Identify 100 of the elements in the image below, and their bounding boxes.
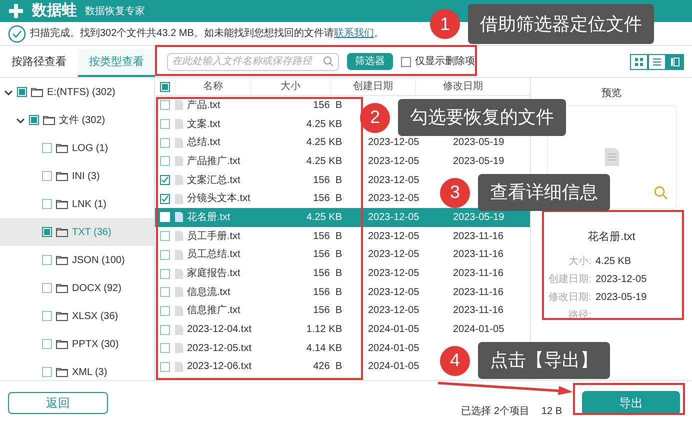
file-icon xyxy=(175,119,183,130)
file-name-cell-text: 信息流.txt xyxy=(187,286,230,300)
contact-link[interactable]: 联系我们 xyxy=(334,28,374,39)
checkbox[interactable] xyxy=(160,138,170,148)
file-icon xyxy=(175,156,183,166)
checkbox[interactable] xyxy=(160,362,170,372)
table-row[interactable]: 总结.txt 4.25 KB 2023-12-05 2023-05-19 xyxy=(155,133,530,152)
detail-value: 4.25 KB xyxy=(596,254,632,268)
chevron-icon[interactable] xyxy=(16,116,25,124)
tree-label: INI (3) xyxy=(72,170,100,184)
list-view-button[interactable] xyxy=(648,54,666,70)
checkbox[interactable] xyxy=(17,87,27,97)
callout-tooltip: 查看详细信息 xyxy=(478,174,610,211)
folder-icon xyxy=(56,255,68,265)
tree-label: XML (3) xyxy=(72,366,108,380)
table-row[interactable]: 2023-12-04.txt 1.12 KB 2024-01-05 2024-01-05 xyxy=(155,320,530,339)
detail-view-button[interactable] xyxy=(666,54,684,70)
file-icon xyxy=(175,100,183,110)
checkbox[interactable] xyxy=(42,283,52,293)
file-name-cell-text: 分镜头文本.txt xyxy=(187,192,250,206)
tree-item[interactable]: XML (3) xyxy=(0,358,154,380)
view-tab[interactable]: 按路径查看 xyxy=(0,49,78,77)
date-cell-text: 2023-05-19 xyxy=(452,210,506,225)
checkbox-label: 仅显示删除项 xyxy=(415,55,475,69)
size-cell-text: 4.25 KB xyxy=(305,154,343,169)
checkbox[interactable] xyxy=(160,194,170,204)
size-cell-text: 1.12 KB xyxy=(305,323,343,338)
scan-message: 扫描完成。找到302个文件共43.2 MB。如未能找到您想找回的文件请联系我们。 xyxy=(30,26,384,41)
checkbox[interactable] xyxy=(42,311,52,321)
checkbox[interactable] xyxy=(42,367,52,377)
tree-item[interactable]: LNK (1) xyxy=(0,190,154,218)
date-cell-text: 2023-12-05 xyxy=(367,286,420,300)
checkbox[interactable] xyxy=(160,324,170,335)
file-name-cell-text: 文案.txt xyxy=(187,118,220,132)
date-cell-text: 2023-12-05 xyxy=(367,154,420,169)
date-cell-text: 2023-11-16 xyxy=(452,304,504,318)
chevron-icon[interactable] xyxy=(4,88,13,96)
detail-label: 创建日期: xyxy=(548,272,592,286)
checkbox[interactable] xyxy=(42,199,52,209)
date-cell-text: 2024-01-05 xyxy=(367,360,420,374)
table-row[interactable]: 家庭报告.txt 156 B 2023-12-05 2023-11-16 xyxy=(155,264,530,283)
table-row[interactable]: 产品推广.txt 4.25 KB 2023-12-05 2023-05-19 xyxy=(155,152,530,171)
checkbox[interactable] xyxy=(160,119,170,130)
checkbox[interactable] xyxy=(160,343,170,354)
column-header[interactable]: 大小 xyxy=(250,79,330,94)
logo-icon xyxy=(8,3,24,19)
checkbox[interactable] xyxy=(401,56,411,66)
checkbox[interactable] xyxy=(160,100,170,110)
file-icon xyxy=(175,343,183,354)
search-icon xyxy=(323,56,334,67)
folder-icon xyxy=(56,199,68,209)
detail-icon xyxy=(669,56,681,68)
checkbox[interactable] xyxy=(160,250,170,260)
folder-icon xyxy=(56,171,68,181)
grid-icon xyxy=(633,56,645,68)
checkbox[interactable] xyxy=(42,171,52,181)
checkbox[interactable] xyxy=(42,143,52,153)
column-header[interactable]: 创建日期 xyxy=(330,79,415,94)
size-cell-text: 156 B xyxy=(312,267,343,282)
checkbox[interactable] xyxy=(42,227,52,237)
date-cell-text: 2023-12-05 xyxy=(367,267,420,282)
tree-item[interactable]: JSON (100) xyxy=(0,246,154,274)
table-row[interactable]: 员工手册.txt 156 B 2023-12-05 2023-11-16 xyxy=(155,226,530,246)
tree-item[interactable]: LOG (1) xyxy=(0,134,154,162)
tree-item[interactable]: DOCX (92) xyxy=(0,274,154,302)
checkbox[interactable] xyxy=(160,287,170,298)
table-row[interactable]: 员工总结.txt 156 B 2023-12-05 2023-11-16 xyxy=(155,246,530,264)
tree-item[interactable]: PPTX (30) xyxy=(0,330,154,358)
search-field[interactable]: 在此处输入文件名称或保存路径 xyxy=(167,52,339,70)
step-number-tooltip: 2 xyxy=(360,102,390,132)
tree-item[interactable]: INI (3) xyxy=(0,162,154,190)
size-cell-text: 156 B xyxy=(312,98,343,113)
selection-size: 12 B xyxy=(541,404,562,418)
size-cell-text: 156 B xyxy=(312,304,343,318)
checkbox[interactable] xyxy=(160,82,170,92)
checkbox[interactable] xyxy=(29,115,39,125)
table-row[interactable]: 信息流.txt 156 B 2023-12-05 2023-11-16 xyxy=(155,282,530,302)
file-name-cell-text: 产品.txt xyxy=(187,98,220,113)
checkbox[interactable] xyxy=(160,156,170,166)
checkbox[interactable] xyxy=(160,175,170,186)
grid-view-button[interactable] xyxy=(630,54,648,70)
tree-item[interactable]: XLSX (36) xyxy=(0,302,154,330)
column-header[interactable]: 修改日期 xyxy=(415,79,510,94)
folder-icon xyxy=(56,143,68,153)
checkbox[interactable] xyxy=(160,306,170,316)
checkbox[interactable] xyxy=(160,231,170,242)
checkbox[interactable] xyxy=(42,339,52,349)
date-cell-text: 2023-12-05 xyxy=(367,136,420,150)
tree-item[interactable]: 文件 (302) xyxy=(0,106,154,134)
size-cell-text: 156 B xyxy=(312,286,343,300)
date-cell-text: 2023-05-19 xyxy=(452,154,506,169)
tree-item[interactable]: E:(NTFS) (302) xyxy=(0,78,154,106)
checkbox[interactable] xyxy=(42,255,52,265)
checkbox[interactable] xyxy=(160,268,170,279)
file-icon xyxy=(175,212,183,222)
table-row[interactable]: 信息推广.txt 156 B 2023-12-05 2023-11-16 xyxy=(155,302,530,320)
file-name-cell-text: 2023-12-04.txt xyxy=(187,323,252,338)
date-cell-text: 2023-12-05 xyxy=(367,174,420,188)
zoom-icon[interactable] xyxy=(654,186,668,200)
column-header[interactable]: 名称 xyxy=(175,79,250,94)
